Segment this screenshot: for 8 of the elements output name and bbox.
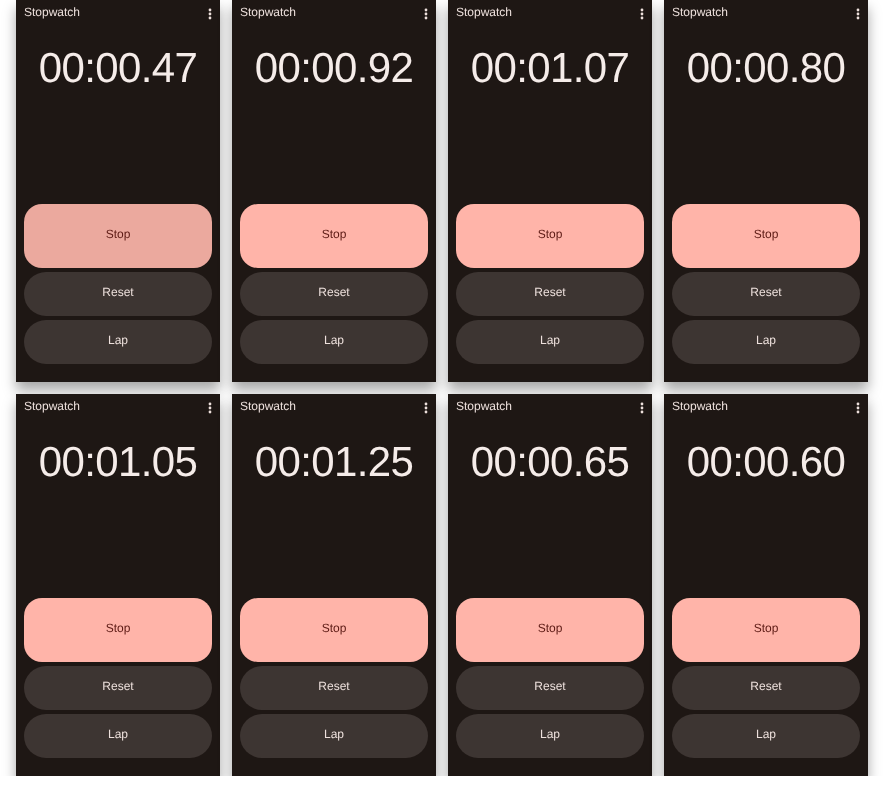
elapsed-time: 00:00.92 xyxy=(252,46,416,94)
elapsed-time: 00:00.60 xyxy=(684,440,848,488)
elapsed-time: 00:00.47 xyxy=(36,46,200,94)
elapsed-time: 00:01.25 xyxy=(252,440,416,488)
elapsed-time: 00:00.65 xyxy=(468,440,632,488)
elapsed-time: 00:00.80 xyxy=(684,46,848,94)
elapsed-time: 00:01.05 xyxy=(36,440,200,488)
elapsed-time: 00:01.07 xyxy=(468,46,632,94)
